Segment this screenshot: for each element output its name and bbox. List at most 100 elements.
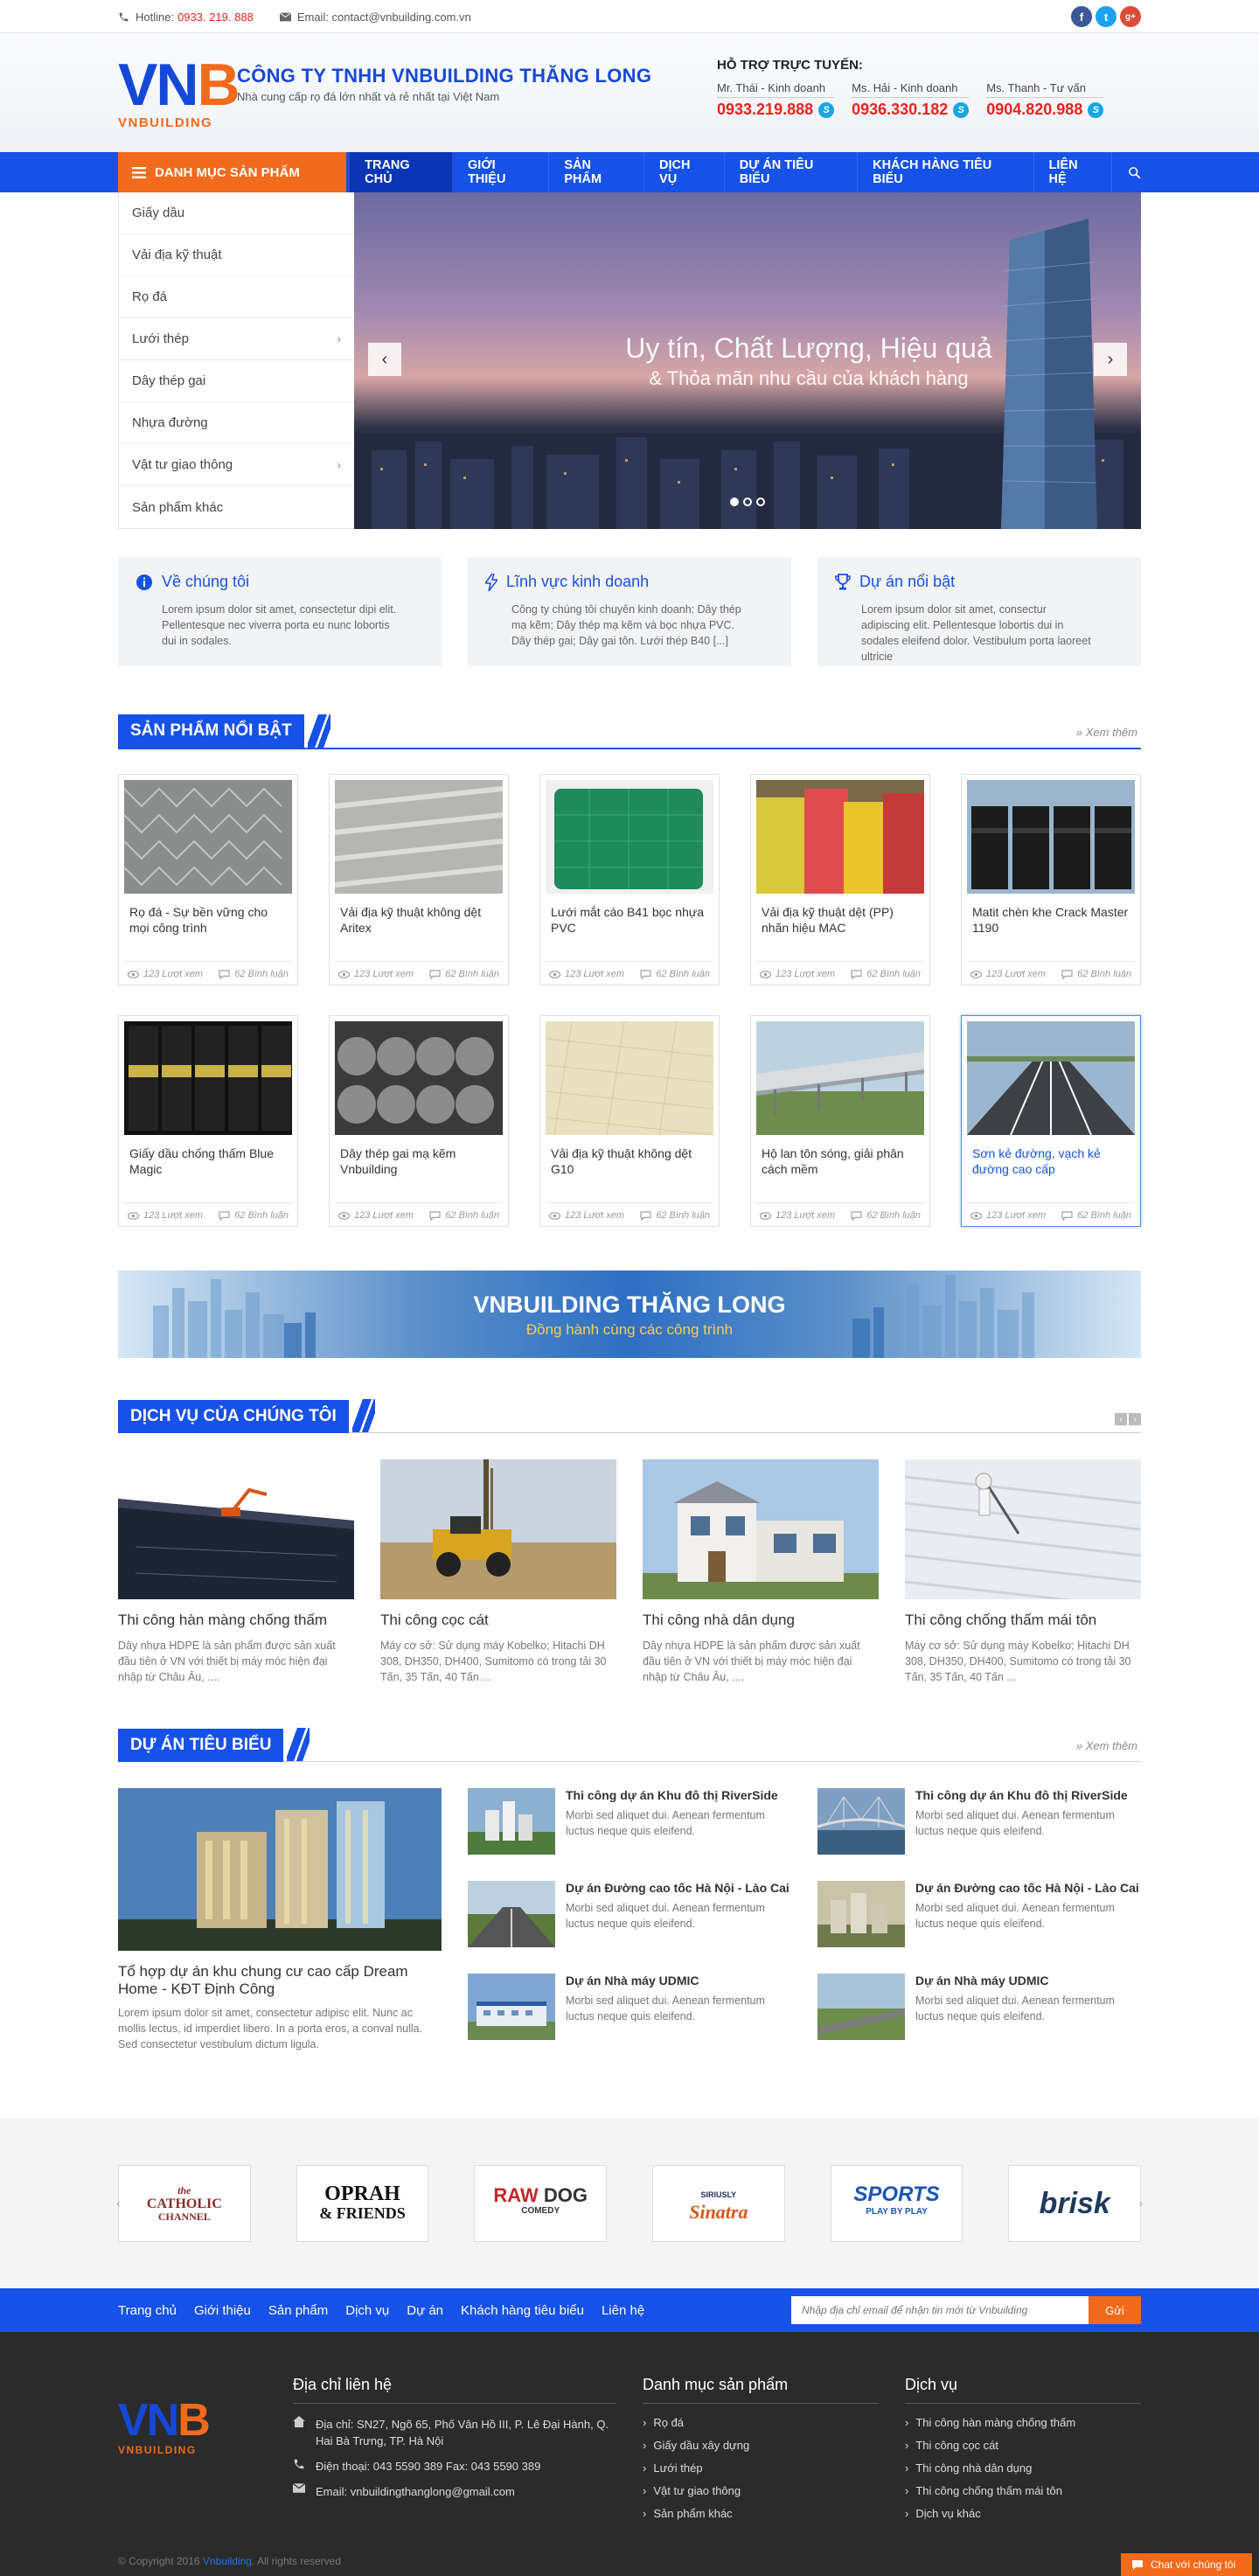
footer-logo[interactable]: VNB VNBUILDING <box>118 2398 293 2472</box>
footer-product-link[interactable]: › Vật tư giao thông <box>643 2484 879 2497</box>
product-name[interactable]: Rọ đá - Sự bền vững cho mọi công trình <box>129 904 287 939</box>
footer-product-link[interactable]: › Lưới thép <box>643 2461 879 2475</box>
newsletter-submit-button[interactable]: Gửi <box>1089 2296 1141 2324</box>
project-item-title[interactable]: Dự án Đường cao tốc Hà Nội - Lào Cai <box>915 1881 1141 1895</box>
service-title[interactable]: Thi công chống thấm mái tôn <box>905 1612 1141 1629</box>
footer-service-link[interactable]: › Thi công hàn màng chống thấm <box>905 2416 1141 2429</box>
project-item-title[interactable]: Thi công dự án Khu đô thị RiverSide <box>566 1788 791 1802</box>
skype-icon[interactable]: S <box>818 101 835 118</box>
product-image-woven-geotextile-image[interactable] <box>756 780 924 894</box>
footer-link[interactable]: Dịch vụ <box>345 2303 389 2318</box>
featured-project[interactable]: Tổ hợp dự án khu chung cư cao cấp Dream … <box>118 1788 442 2066</box>
slider-next-button[interactable]: › <box>1094 343 1127 376</box>
chevron-left-icon[interactable]: ‹ <box>116 2196 121 2210</box>
product-name[interactable]: Vải địa kỹ thuật không dệt G10 <box>551 1145 708 1180</box>
urban-thumb-image[interactable] <box>817 1881 905 1947</box>
chevron-right-icon[interactable]: › <box>1138 2196 1143 2210</box>
slider-dot[interactable] <box>730 498 739 506</box>
newsletter-email-input[interactable] <box>791 2296 1089 2324</box>
twitter-icon[interactable]: t <box>1096 6 1116 27</box>
view-more-link[interactable]: » Xem thêm <box>1076 1739 1137 1752</box>
info-title[interactable]: Dự án nổi bật <box>859 573 955 591</box>
nav-item-projects[interactable]: DỰ ÁN TIÊU BIỂU <box>725 152 859 192</box>
category-item[interactable]: Sản phẩm khác <box>119 486 354 528</box>
product-name[interactable]: Sơn kẻ đường, vạch kẻ đường cao cấp <box>972 1145 1130 1180</box>
factory-thumb-image[interactable] <box>468 1974 555 2040</box>
product-card[interactable]: Rọ đá - Sự bền vững cho mọi công trình 12… <box>118 774 298 985</box>
category-item[interactable]: Rọ đá <box>119 276 354 318</box>
footer-email[interactable]: Email: vnbuildingthanglong@gmail.com <box>316 2483 515 2500</box>
nav-item-about[interactable]: GIỚI THIỆU <box>453 152 550 192</box>
project-item-title[interactable]: Thi công dự án Khu đô thị RiverSide <box>915 1788 1141 1802</box>
footer-link[interactable]: Trang chủ <box>118 2303 177 2318</box>
service-title[interactable]: Thi công hàn màng chống thấm <box>118 1612 354 1629</box>
product-card[interactable]: Matit chèn khe Crack Master 1190 123 Lượt… <box>961 774 1141 985</box>
partner-logo-sinatra[interactable]: SIRIUSLY Sinatra <box>652 2165 785 2242</box>
product-name[interactable]: Dây thép gai mạ kẽm Vnbuilding <box>340 1145 497 1180</box>
service-image-sand-piling[interactable] <box>380 1459 616 1599</box>
product-image-sealant-image[interactable] <box>967 780 1135 894</box>
nav-item-customers[interactable]: KHÁCH HÀNG TIÊU BIỂU <box>858 152 1034 192</box>
footer-service-link[interactable]: › Thi công chống thấm mái tôn <box>905 2484 1141 2497</box>
contact-phone[interactable]: 0904.820.988 <box>986 101 1082 119</box>
product-image-guardrail-image[interactable] <box>756 1021 924 1135</box>
product-card[interactable]: Dây thép gai mạ kẽm Vnbuilding 123 Lượt x… <box>329 1015 509 1227</box>
nav-item-contact[interactable]: LIÊN HỆ <box>1034 152 1112 192</box>
footer-link[interactable]: Khách hàng tiêu biểu <box>461 2303 584 2318</box>
footer-link[interactable]: Sản phẩm <box>268 2303 328 2318</box>
product-card[interactable]: Giấy dầu chống thấm Blue Magic 123 Lượt x… <box>118 1015 298 1227</box>
project-item-title[interactable]: Dự án Đường cao tốc Hà Nội - Lào Cai <box>566 1881 791 1895</box>
service-card[interactable]: Thi công chống thấm mái tôn Máy cơ sở: S… <box>905 1459 1141 1685</box>
footer-product-link[interactable]: › Rọ đá <box>643 2416 879 2429</box>
service-image-membrane[interactable] <box>118 1459 354 1599</box>
product-image-roofing-felt-image[interactable] <box>124 1021 292 1135</box>
category-item[interactable]: Nhựa đường <box>119 402 354 444</box>
bridge-thumb-image[interactable] <box>817 1788 905 1855</box>
product-image-geotextile-image[interactable] <box>335 780 503 894</box>
nav-item-services[interactable]: DỊCH VỤ <box>644 152 725 192</box>
product-card[interactable]: Hộ lan tôn sóng, giải phân cách mềm 123 L… <box>750 1015 930 1227</box>
email-text[interactable]: Email: contact@vnbuilding.com.vn <box>297 10 471 24</box>
copyright-brand[interactable]: Vnbuilding <box>203 2555 252 2567</box>
footer-link[interactable]: Dự án <box>407 2303 443 2318</box>
footer-product-link[interactable]: › Giấy dầu xây dựng <box>643 2439 879 2452</box>
product-name[interactable]: Lưới mắt cáo B41 bọc nhựa PVC <box>551 904 708 939</box>
project-list-item[interactable]: Dự án Đường cao tốc Hà Nội - Lào Cai Morb… <box>817 1881 1141 1974</box>
project-title[interactable]: Tổ hợp dự án khu chung cư cao cấp Dream … <box>118 1963 442 1998</box>
product-card[interactable]: Vải địa kỹ thuật dệt (PP) nhãn hiệu MAC 1… <box>750 774 930 985</box>
partner-logo-catholic[interactable]: the CATHOLIC CHANNEL <box>118 2165 251 2242</box>
chat-widget[interactable]: Chat với chúng tôi <box>1121 2553 1252 2576</box>
category-menu-button[interactable]: DANH MỤC SẢN PHẨM <box>118 152 347 192</box>
highway-thumb-image[interactable] <box>468 1881 555 1947</box>
category-item[interactable]: Vải địa kỹ thuật <box>119 234 354 276</box>
project-list-item[interactable]: Dự án Nhà máy UDMIC Morbi sed aliquet dui… <box>468 1974 791 2066</box>
product-image-nonwoven-fabric-image[interactable] <box>546 1021 713 1135</box>
footer-service-link[interactable]: › Thi công nhà dân dụng <box>905 2461 1141 2475</box>
nav-item-home[interactable]: TRANG CHỦ <box>350 152 453 192</box>
service-image-roof-coating[interactable] <box>905 1459 1141 1599</box>
service-card[interactable]: Thi công cọc cát Máy cơ sở: Sử dụng máy … <box>380 1459 616 1685</box>
product-image-pvc-mesh-image[interactable] <box>546 780 713 894</box>
riverside-thumb-image[interactable] <box>468 1788 555 1855</box>
project-list-item[interactable]: Dự án Nhà máy UDMIC Morbi sed aliquet dui… <box>817 1974 1141 2066</box>
category-item[interactable]: Dây thép gai <box>119 360 354 402</box>
promo-banner[interactable]: VNBUILDING THĂNG LONG Đồng hành cùng các… <box>118 1271 1141 1358</box>
skype-icon[interactable]: S <box>1088 101 1104 118</box>
product-card[interactable]: Vải địa kỹ thuật không dệt Aritex 123 Lượ… <box>329 774 509 985</box>
hotline-number[interactable]: 0933. 219. 888 <box>177 10 254 24</box>
product-name[interactable]: Hộ lan tôn sóng, giải phân cách mềm <box>762 1145 919 1180</box>
product-card[interactable]: Vải địa kỹ thuật không dệt G10 123 Lượt x… <box>539 1015 720 1227</box>
partner-logo-sports[interactable]: SPORTS PLAY BY PLAY <box>830 2165 963 2242</box>
slider-dot[interactable] <box>756 498 765 506</box>
slider-prev-button[interactable]: ‹ <box>368 343 401 376</box>
product-name[interactable]: Giấy dầu chống thấm Blue Magic <box>129 1145 287 1180</box>
project-item-title[interactable]: Dự án Nhà máy UDMIC <box>915 1974 1141 1988</box>
product-image-road-marking-image[interactable] <box>967 1021 1135 1135</box>
search-icon[interactable] <box>1112 152 1141 192</box>
footer-link[interactable]: Giới thiệu <box>194 2303 251 2318</box>
slider-dot[interactable] <box>743 498 752 506</box>
service-title[interactable]: Thi công cọc cát <box>380 1612 616 1629</box>
product-name[interactable]: Vải địa kỹ thuật không dệt Aritex <box>340 904 497 939</box>
product-card[interactable]: Lưới mắt cáo B41 bọc nhựa PVC 123 Lượt xe… <box>539 774 720 985</box>
partner-logo-brisk[interactable]: brisk <box>1008 2165 1142 2242</box>
